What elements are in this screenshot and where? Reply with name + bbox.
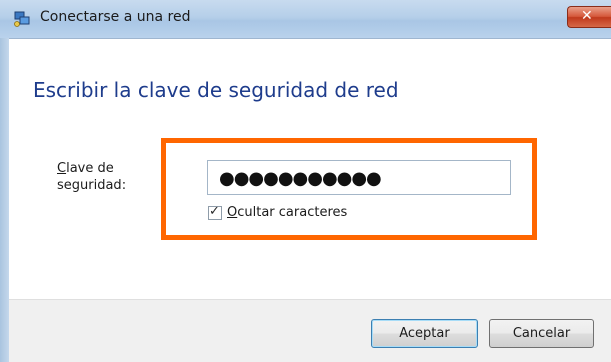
dialog-window: Conectarse a una red ✕ Escribir la clave… xyxy=(0,0,611,362)
accelerator-c: C xyxy=(57,161,67,176)
accelerator-o: O xyxy=(227,205,238,220)
page-heading: Escribir la clave de seguridad de red xyxy=(33,78,399,102)
cancel-button[interactable]: Cancelar xyxy=(489,319,594,348)
network-icon xyxy=(14,11,30,27)
masked-password: ●●●●●●●●●●● xyxy=(219,168,382,189)
close-button[interactable]: ✕ xyxy=(567,6,611,28)
close-icon: ✕ xyxy=(581,8,593,24)
window-title: Conectarse a una red xyxy=(40,9,191,25)
title-bar[interactable]: Conectarse a una red ✕ xyxy=(0,0,611,39)
hide-characters-label-rest: cultar caracteres xyxy=(237,205,348,220)
hide-characters-checkbox[interactable]: ✓ xyxy=(208,204,222,220)
accept-button[interactable]: Aceptar xyxy=(371,319,478,348)
security-key-label: Clave de seguridad: xyxy=(57,160,126,194)
hide-characters-label[interactable]: Ocultar caracteres xyxy=(227,205,347,220)
checkmark-icon: ✓ xyxy=(209,204,220,219)
security-key-label-line1: Clave de xyxy=(57,160,126,177)
security-key-label-line2: seguridad: xyxy=(57,178,127,193)
security-key-input[interactable]: ●●●●●●●●●●● xyxy=(207,160,511,195)
security-key-label-line1-rest: lave de xyxy=(66,161,114,176)
window-frame-left xyxy=(0,38,9,362)
